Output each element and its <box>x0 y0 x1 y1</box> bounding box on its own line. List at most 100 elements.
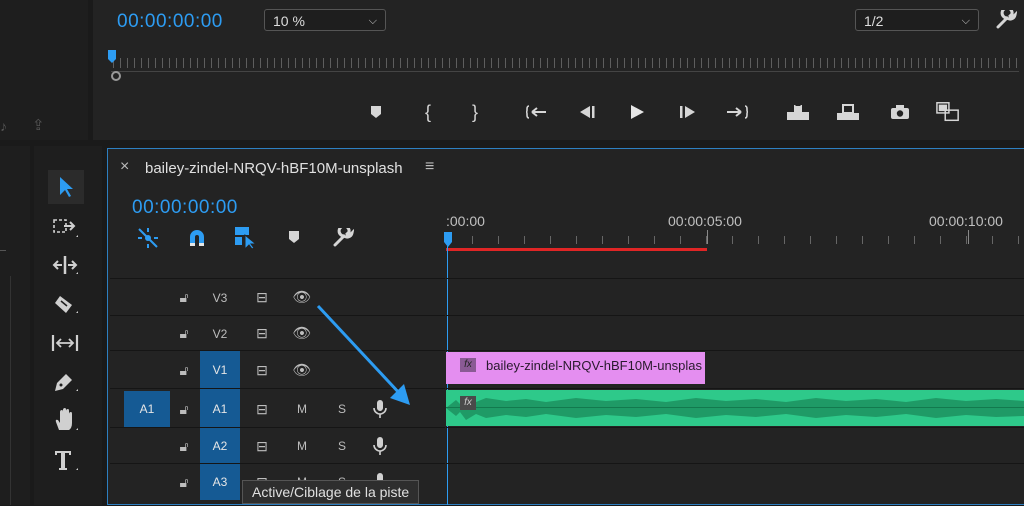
track-target-tooltip: Active/Ciblage de la piste <box>242 480 420 504</box>
pen-icon <box>55 374 78 391</box>
compare-view-button[interactable] <box>936 100 960 124</box>
sequence-tab-title[interactable]: bailey-zindel-NRQV-hBF10M-unsplash <box>145 160 403 177</box>
track-target-a1[interactable]: A1 <box>200 389 240 428</box>
solo-button[interactable]: S <box>330 436 354 456</box>
work-area-bar[interactable] <box>446 248 707 251</box>
annotation-arrow <box>316 304 410 405</box>
fx-badge[interactable]: fx <box>460 358 476 372</box>
timeline-settings-wrench-icon[interactable] <box>332 228 354 248</box>
timeline-timecode[interactable]: 00:00:00:00 <box>132 197 238 219</box>
add-marker-button[interactable] <box>364 100 388 124</box>
pen-tool[interactable] <box>48 365 84 399</box>
track-lane-a3[interactable] <box>446 463 1024 506</box>
track-label-v3[interactable]: V3 <box>200 279 240 316</box>
play-icon <box>631 105 644 119</box>
snap-magnet-icon[interactable] <box>186 227 208 249</box>
track-target-v1[interactable]: V1 <box>200 351 240 389</box>
program-time-ruler[interactable] <box>113 58 1021 68</box>
lift-button[interactable] <box>786 100 810 124</box>
audio-waveform <box>446 396 1024 420</box>
wrench-icon[interactable] <box>995 10 1017 30</box>
step-forward-button[interactable] <box>676 100 700 124</box>
step-forward-icon <box>680 106 695 118</box>
lock-icon[interactable]: 🔓︎ <box>174 360 194 380</box>
play-button[interactable] <box>625 100 649 124</box>
track-lane-a2[interactable] <box>446 427 1024 464</box>
music-icon[interactable]: ♪ <box>0 118 7 134</box>
extract-icon <box>837 104 859 120</box>
ruler-label-start: :00:00 <box>446 213 485 229</box>
track-target-a3[interactable]: A3 <box>200 464 240 500</box>
time-ruler[interactable] <box>446 236 1024 244</box>
export-icon[interactable]: ⇪ <box>32 116 45 134</box>
mark-out-button[interactable]: } <box>463 100 487 124</box>
source-patch-a1[interactable]: A1 <box>124 391 170 427</box>
compare-icon <box>936 102 959 122</box>
left-lower-panel <box>0 146 30 505</box>
razor-tool[interactable] <box>48 287 84 321</box>
selection-arrow-icon <box>60 177 73 197</box>
add-marker-icon[interactable] <box>287 230 301 244</box>
lock-icon[interactable]: 🔓︎ <box>174 287 194 307</box>
ripple-edit-tool[interactable] <box>48 248 84 282</box>
track-select-icon <box>53 219 78 237</box>
slip-icon <box>51 335 79 351</box>
lock-icon[interactable]: 🔓︎ <box>174 436 194 456</box>
track-lane-v2[interactable] <box>446 315 1024 351</box>
mute-button[interactable]: M <box>290 436 314 456</box>
go-to-in-button[interactable] <box>526 100 550 124</box>
hand-tool[interactable] <box>48 403 84 437</box>
selection-tool[interactable] <box>48 170 84 204</box>
panel-border <box>10 276 11 505</box>
ripple-edit-icon <box>52 256 78 274</box>
program-monitor: 00:00:00:00 10 % ⌵ 1/2 ⌵ { } <box>93 0 1024 140</box>
zoom-select[interactable]: 10 % ⌵ <box>264 9 386 31</box>
microphone-icon[interactable] <box>368 434 392 458</box>
mark-in-button[interactable]: { <box>416 100 440 124</box>
type-tool[interactable] <box>48 443 84 477</box>
camera-icon <box>891 105 909 119</box>
go-to-out-button[interactable] <box>725 100 749 124</box>
resolution-value: 1/2 <box>864 13 884 29</box>
video-clip-label: bailey-zindel-NRQV-hBF10M-unsplas <box>486 358 703 373</box>
chevron-down-icon: ⌵ <box>961 15 970 27</box>
track-lane-v3[interactable] <box>446 278 1024 316</box>
go-to-in-icon <box>526 105 546 119</box>
step-back-button[interactable] <box>575 100 599 124</box>
track-select-tool[interactable] <box>48 211 84 245</box>
nest-toggle-icon[interactable] <box>137 227 159 249</box>
audio-clip[interactable]: fx <box>446 390 1024 426</box>
video-clip[interactable]: fx bailey-zindel-NRQV-hBF10M-unsplas <box>446 352 705 384</box>
playhead-icon[interactable] <box>107 50 117 64</box>
sync-lock-icon[interactable]: ⊟ <box>250 323 274 343</box>
track-target-a2[interactable]: A2 <box>200 428 240 464</box>
lock-icon[interactable]: 🔓︎ <box>174 323 194 343</box>
marker-icon <box>371 106 381 118</box>
lift-icon <box>787 103 809 120</box>
tab-menu-icon[interactable]: ≡ <box>425 158 434 176</box>
chevron-down-icon: ⌵ <box>368 15 377 27</box>
sync-lock-icon[interactable]: ⊟ <box>250 436 274 456</box>
slip-tool[interactable] <box>48 326 84 360</box>
sync-lock-icon[interactable]: ⊟ <box>250 399 274 419</box>
track-label-v2[interactable]: V2 <box>200 316 240 351</box>
program-timecode[interactable]: 00:00:00:00 <box>117 11 223 33</box>
linked-selection-icon[interactable] <box>234 226 258 250</box>
close-tab-icon[interactable]: × <box>120 158 129 176</box>
ruler-major-tick <box>968 230 969 244</box>
step-back-icon <box>580 106 595 118</box>
fx-badge[interactable]: fx <box>460 396 476 410</box>
timeline-playhead-icon[interactable] <box>443 232 453 248</box>
resolution-select[interactable]: 1/2 ⌵ <box>855 9 979 31</box>
zoom-value: 10 % <box>273 13 305 29</box>
export-frame-button[interactable] <box>888 100 912 124</box>
lock-icon[interactable]: 🔓︎ <box>174 472 194 492</box>
zoom-scrollbar[interactable] <box>111 71 1019 72</box>
sync-lock-icon[interactable]: ⊟ <box>250 360 274 380</box>
extract-button[interactable] <box>836 100 860 124</box>
zoom-handle[interactable] <box>111 71 121 81</box>
razor-icon <box>55 296 78 313</box>
sync-lock-icon[interactable]: ⊟ <box>250 287 274 307</box>
lock-icon[interactable]: 🔓︎ <box>174 399 194 419</box>
scroll-handle[interactable] <box>0 250 6 251</box>
